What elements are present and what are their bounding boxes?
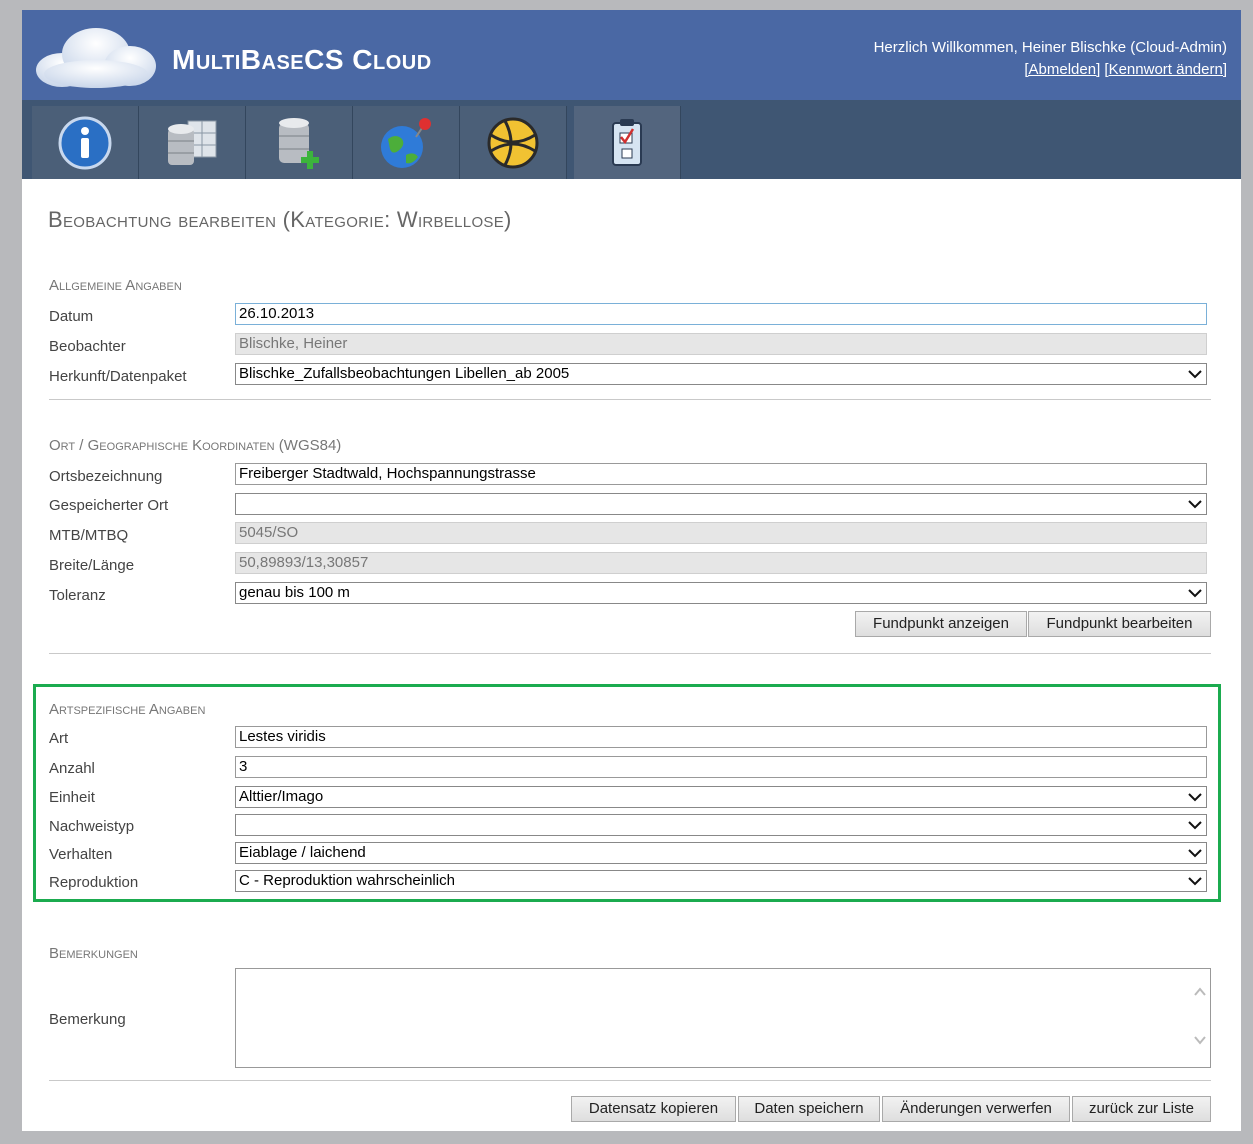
beobachter-label: Beobachter bbox=[49, 338, 126, 355]
reproduktion-value: C - Reproduktion wahrscheinlich bbox=[239, 872, 455, 889]
gespeicherter-ort-label: Gespeicherter Ort bbox=[49, 497, 169, 514]
scroll-arrows-icon bbox=[1194, 987, 1206, 1045]
tab-grid-globe[interactable] bbox=[460, 106, 567, 179]
herkunft-label: Herkunft/Datenpaket bbox=[49, 368, 187, 385]
tab-database-add[interactable] bbox=[246, 106, 353, 179]
chevron-down-icon bbox=[1188, 370, 1202, 379]
verhalten-select[interactable]: Eiablage / laichend bbox=[235, 842, 1207, 864]
mtb-field: 5045/SO bbox=[235, 522, 1207, 544]
chevron-down-icon bbox=[1188, 589, 1202, 598]
gespeicherter-ort-select[interactable] bbox=[235, 493, 1207, 515]
breite-laenge-field: 50,89893/13,30857 bbox=[235, 552, 1207, 574]
cloud-logo-icon bbox=[36, 28, 156, 88]
chevron-down-icon bbox=[1188, 849, 1202, 858]
einheit-value: Alttier/Imago bbox=[239, 788, 324, 805]
logout-link[interactable]: [Abmelden] bbox=[1024, 61, 1100, 78]
bemerkung-textarea[interactable] bbox=[235, 968, 1211, 1068]
info-icon bbox=[58, 116, 112, 169]
database-table-icon bbox=[168, 120, 217, 165]
back-to-list-button[interactable]: zurück zur Liste bbox=[1072, 1096, 1211, 1122]
breite-laenge-label: Breite/Länge bbox=[49, 557, 135, 574]
chevron-down-icon bbox=[1188, 793, 1202, 802]
section-location-title: Ort / Geographische Koordinaten (WGS84) bbox=[49, 437, 342, 454]
anzahl-label: Anzahl bbox=[49, 760, 95, 777]
divider bbox=[49, 399, 1211, 400]
tab-info[interactable] bbox=[32, 106, 139, 179]
nachweistyp-select[interactable] bbox=[235, 814, 1207, 836]
grid-globe-icon bbox=[487, 117, 539, 168]
nachweistyp-label: Nachweistyp bbox=[49, 818, 135, 835]
tab-database-table[interactable] bbox=[139, 106, 246, 179]
welcome-text: Herzlich Willkommen, Heiner Blischke (Cl… bbox=[873, 39, 1227, 56]
nav-bar bbox=[22, 100, 1241, 179]
page-title: Beobachtung bearbeiten (Kategorie: Wirbe… bbox=[48, 207, 512, 232]
verhalten-label: Verhalten bbox=[49, 846, 113, 863]
ortsbezeichnung-field[interactable]: Freiberger Stadtwald, Hochspannungstrass… bbox=[235, 463, 1207, 485]
einheit-select[interactable]: Alttier/Imago bbox=[235, 786, 1207, 808]
ortsbezeichnung-label: Ortsbezeichnung bbox=[49, 468, 163, 485]
show-location-button[interactable]: Fundpunkt anzeigen bbox=[855, 611, 1027, 637]
verhalten-value: Eiablage / laichend bbox=[239, 844, 366, 861]
einheit-label: Einheit bbox=[49, 789, 95, 806]
reproduktion-select[interactable]: C - Reproduktion wahrscheinlich bbox=[235, 870, 1207, 892]
welcome-block: Herzlich Willkommen, Heiner Blischke (Cl… bbox=[874, 37, 1227, 81]
anzahl-field[interactable]: 3 bbox=[235, 756, 1207, 778]
art-label: Art bbox=[49, 730, 69, 747]
header-bar: MultiBaseCS Cloud Herzlich Willkommen, H… bbox=[22, 10, 1241, 100]
section-general-title: Allgemeine Angaben bbox=[49, 277, 182, 294]
app-window: MultiBaseCS Cloud Herzlich Willkommen, H… bbox=[22, 10, 1241, 1131]
herkunft-value: Blischke_Zufallsbeobachtungen Libellen_a… bbox=[239, 365, 570, 382]
datum-label: Datum bbox=[49, 308, 94, 325]
datum-field[interactable]: 26.10.2013 bbox=[235, 303, 1207, 325]
chevron-down-icon bbox=[1188, 500, 1202, 509]
discard-changes-button[interactable]: Änderungen verwerfen bbox=[882, 1096, 1070, 1122]
divider bbox=[49, 1080, 1211, 1081]
chevron-down-icon bbox=[1188, 821, 1202, 830]
herkunft-select[interactable]: Blischke_Zufallsbeobachtungen Libellen_a… bbox=[235, 363, 1207, 385]
toleranz-select[interactable]: genau bis 100 m bbox=[235, 582, 1207, 604]
tab-observations[interactable] bbox=[574, 106, 681, 179]
bemerkung-label: Bemerkung bbox=[49, 1011, 126, 1028]
mtb-label: MTB/MTBQ bbox=[49, 527, 129, 544]
beobachter-field: Blischke, Heiner bbox=[235, 333, 1207, 355]
chevron-down-icon bbox=[1188, 877, 1202, 886]
section-species-title: Artspezifische Angaben bbox=[49, 701, 206, 718]
toleranz-value: genau bis 100 m bbox=[239, 584, 350, 601]
toleranz-label: Toleranz bbox=[49, 587, 106, 604]
tab-map-globe[interactable] bbox=[353, 106, 460, 179]
art-field[interactable]: Lestes viridis bbox=[235, 726, 1207, 748]
edit-location-button[interactable]: Fundpunkt bearbeiten bbox=[1028, 611, 1211, 637]
textarea-scrollbar[interactable] bbox=[1190, 969, 1210, 1067]
reproduktion-label: Reproduktion bbox=[49, 874, 139, 891]
globe-pin-icon bbox=[381, 117, 431, 168]
section-remarks-title: Bemerkungen bbox=[49, 945, 138, 962]
database-add-icon bbox=[279, 117, 319, 169]
save-data-button[interactable]: Daten speichern bbox=[738, 1096, 880, 1122]
app-title: MultiBaseCS Cloud bbox=[172, 44, 432, 75]
clipboard-check-icon bbox=[612, 118, 642, 166]
copy-record-button[interactable]: Datensatz kopieren bbox=[571, 1096, 736, 1122]
divider bbox=[49, 653, 1211, 654]
change-password-link[interactable]: [Kennwort ändern] bbox=[1104, 61, 1227, 78]
